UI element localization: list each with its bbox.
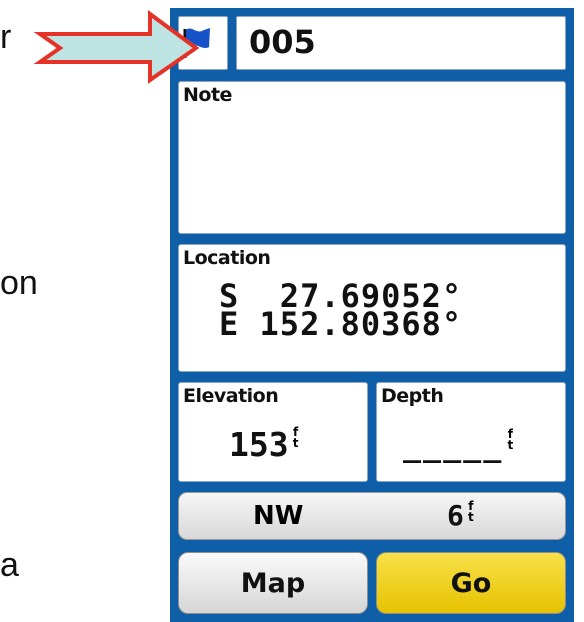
bearing-direction: NW <box>253 501 304 531</box>
depth-unit: ft <box>507 427 514 452</box>
left-text-fragment-3: a <box>0 546 19 584</box>
depth-label: Depth <box>381 385 444 407</box>
elevation-value: 153 <box>229 425 289 464</box>
waypoint-name-field[interactable]: 005 <box>236 16 566 70</box>
depth-value: _____ <box>403 429 504 464</box>
location-panel[interactable]: Location S 27.69052° E 152.80368° <box>178 244 566 372</box>
go-button[interactable]: Go <box>376 552 566 614</box>
location-label: Location <box>183 247 271 269</box>
elevation-unit: ft <box>292 425 299 450</box>
distance-value: 6 <box>447 499 464 532</box>
left-text-fragment-2: on <box>0 264 38 302</box>
map-button-label: Map <box>240 567 306 599</box>
elevation-panel[interactable]: Elevation 153 f t <box>178 382 368 482</box>
depth-panel[interactable]: Depth _____ f t <box>376 382 566 482</box>
waypoint-name: 005 <box>249 23 316 61</box>
longitude-value: E 152.80368° <box>219 305 463 343</box>
map-button[interactable]: Map <box>178 552 368 614</box>
bearing-distance-bar[interactable]: NW 6ft <box>178 492 566 540</box>
callout-arrow-icon <box>33 10 200 84</box>
gps-device-screen: 005 Note Location S 27.69052° E 152.8036… <box>170 8 574 622</box>
note-panel[interactable]: Note <box>178 81 566 234</box>
go-button-label: Go <box>450 567 492 599</box>
elevation-label: Elevation <box>183 385 279 407</box>
distance-unit: ft <box>467 499 474 524</box>
